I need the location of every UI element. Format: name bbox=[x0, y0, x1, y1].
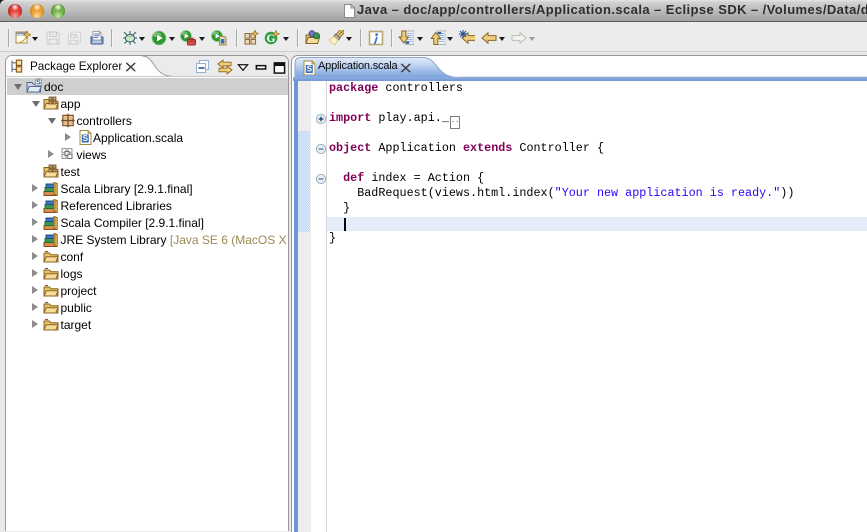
svg-text:G: G bbox=[266, 33, 275, 45]
svg-text:S: S bbox=[36, 78, 41, 87]
svg-text:S: S bbox=[82, 134, 88, 143]
svg-text:S: S bbox=[307, 65, 313, 74]
